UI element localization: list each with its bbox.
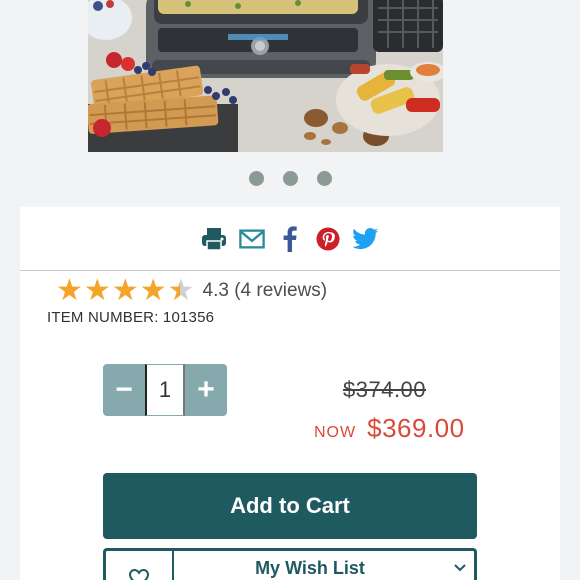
add-to-cart-button[interactable]: Add to Cart <box>103 473 477 539</box>
carousel-dot-1[interactable] <box>248 171 264 186</box>
carousel-dot-3[interactable] <box>316 171 332 186</box>
share-toolbar <box>20 207 560 270</box>
star-icon: ★ <box>56 273 83 308</box>
product-photo <box>88 0 443 152</box>
email-icon[interactable] <box>239 226 265 252</box>
product-image[interactable] <box>88 0 443 152</box>
sale-price: NOW $369.00 <box>314 413 465 444</box>
item-number: ITEM NUMBER: 101356 <box>47 309 215 326</box>
carousel-dots <box>0 171 580 186</box>
product-rating[interactable]: ★ ★ ★ ★ ★ 4.3 (4 reviews) <box>56 276 327 306</box>
share-divider <box>20 270 560 271</box>
decrease-quantity-button[interactable]: − <box>103 364 145 416</box>
carousel-dot-2[interactable] <box>282 171 298 186</box>
star-icon: ★ <box>83 273 111 308</box>
wish-list-button[interactable]: My Wish List <box>174 551 446 580</box>
star-icon: ★ <box>139 273 167 308</box>
increase-quantity-button[interactable]: + <box>185 364 227 416</box>
print-icon[interactable] <box>201 226 227 252</box>
now-price-value: $369.00 <box>367 413 465 443</box>
rating-summary[interactable]: 4.3 (4 reviews) <box>203 280 328 302</box>
twitter-icon[interactable] <box>353 226 379 252</box>
pinterest-icon[interactable] <box>315 226 341 252</box>
product-card: ★ ★ ★ ★ ★ 4.3 (4 reviews) ITEM NUMBER: 1… <box>20 207 560 580</box>
quantity-stepper: − + <box>103 364 227 416</box>
quantity-input[interactable] <box>145 364 185 416</box>
star-rating: ★ ★ ★ ★ ★ <box>56 276 195 306</box>
star-partial-icon: ★ <box>167 273 195 308</box>
heart-icon[interactable] <box>106 551 174 580</box>
star-icon: ★ <box>111 273 139 308</box>
facebook-icon[interactable] <box>277 225 303 252</box>
now-label: NOW <box>314 424 357 441</box>
original-price: $374.00 <box>343 377 427 402</box>
wish-list-control: My Wish List <box>103 548 477 580</box>
chevron-down-icon[interactable] <box>446 551 474 580</box>
